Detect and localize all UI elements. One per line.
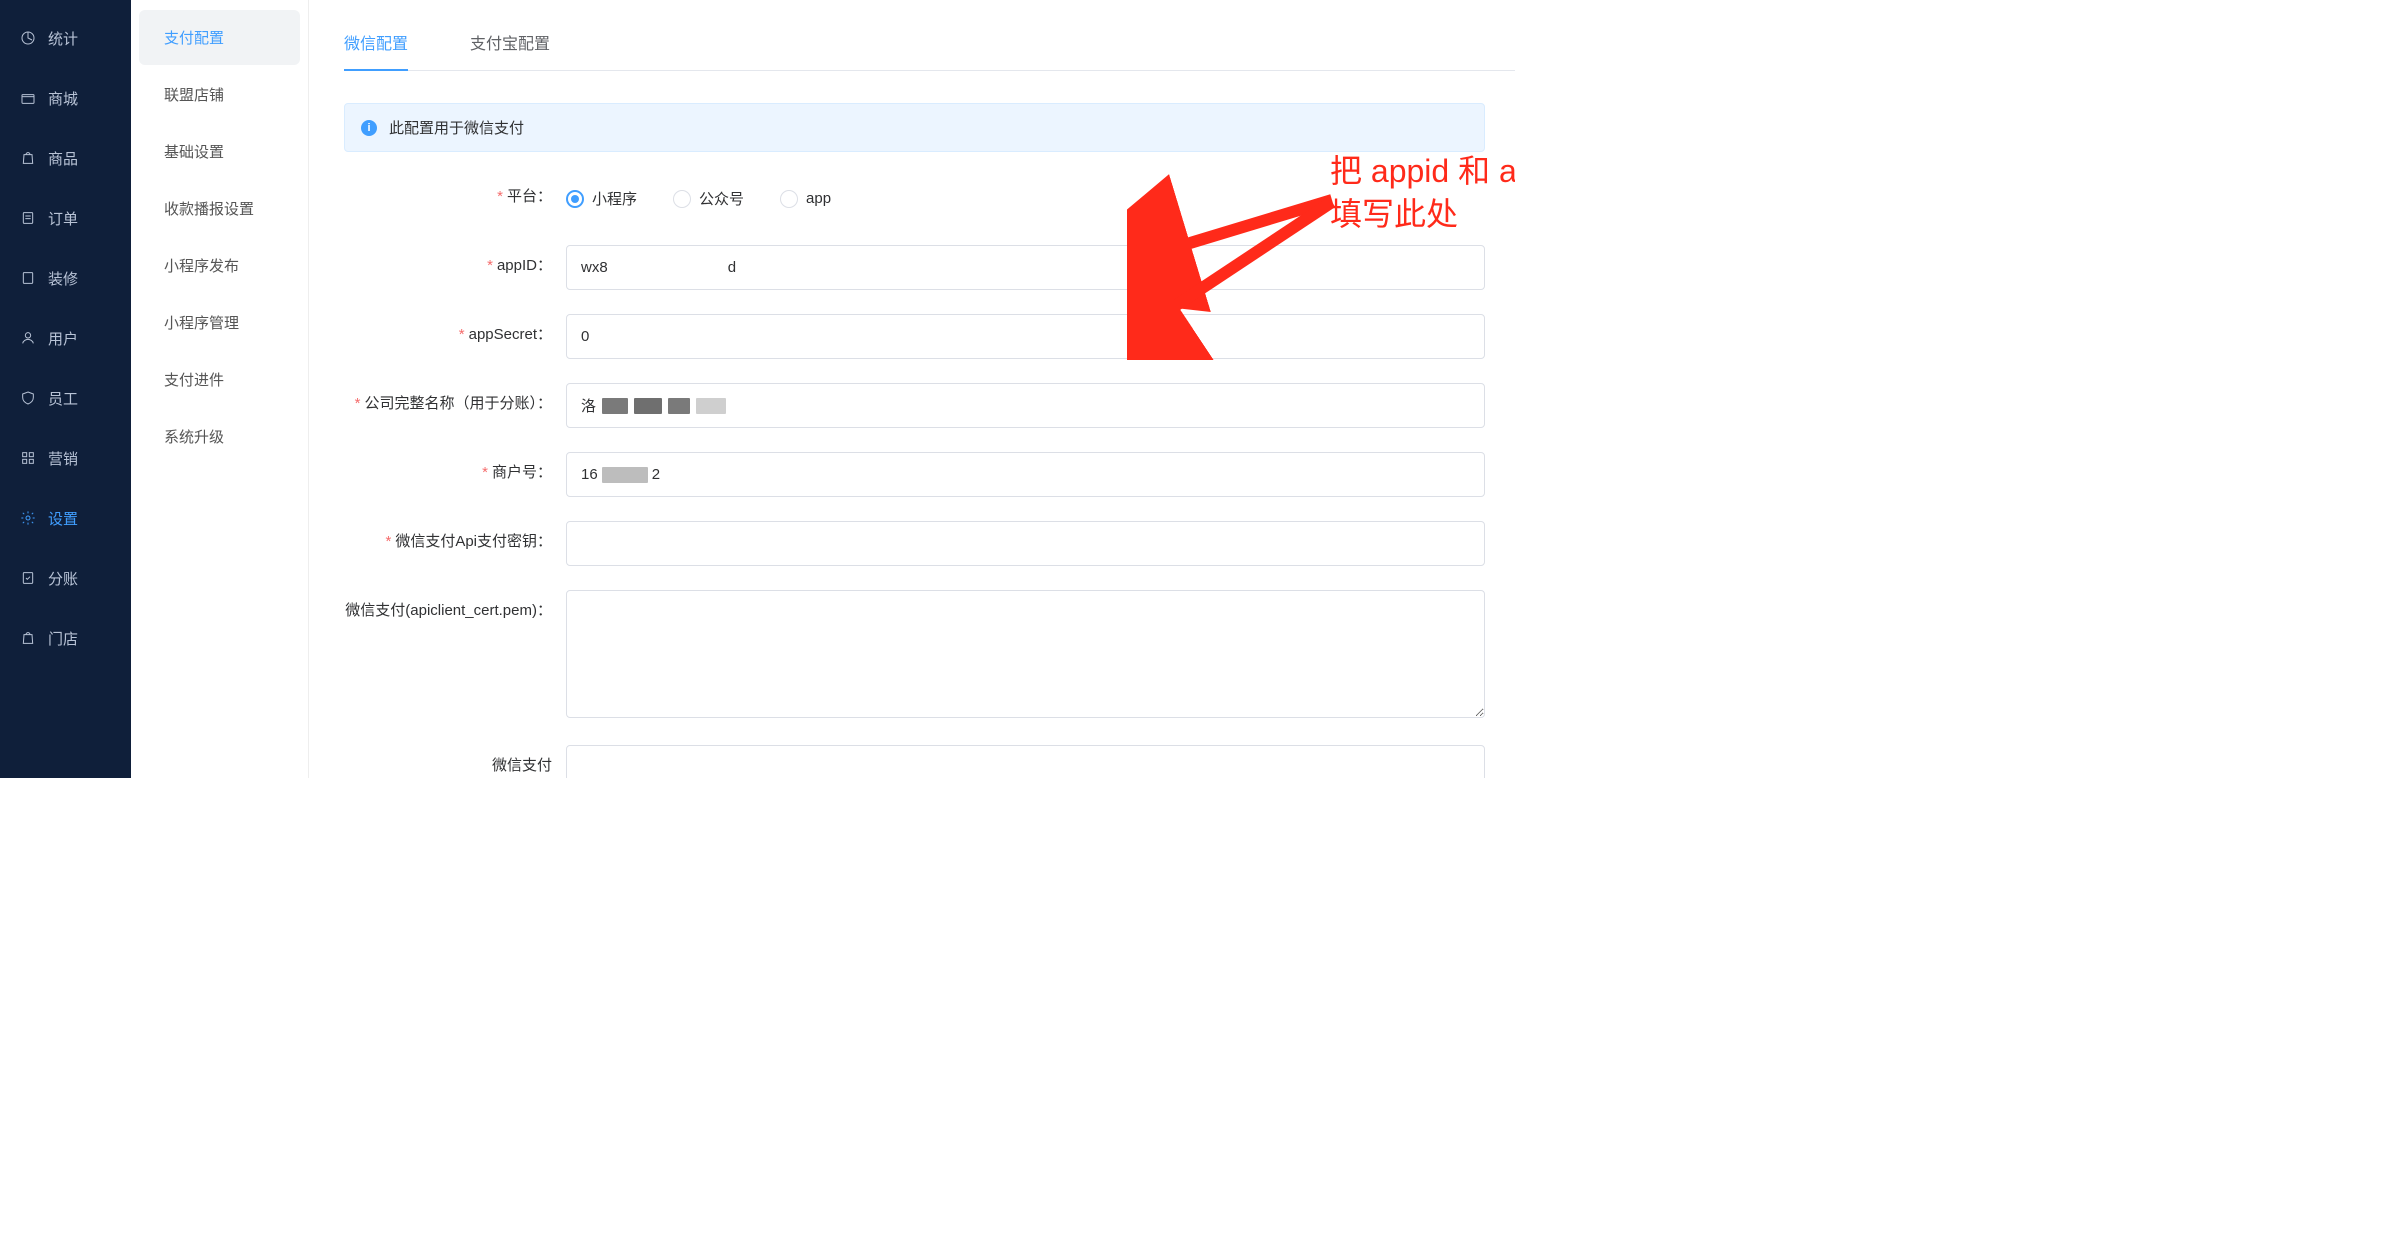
label-appsecret: appSecret： bbox=[344, 314, 566, 347]
textarea-cert2[interactable] bbox=[566, 745, 1485, 778]
shield-icon bbox=[20, 390, 36, 406]
subnav-alliance[interactable]: 联盟店铺 bbox=[139, 67, 300, 122]
radio-mp[interactable]: 公众号 bbox=[673, 188, 744, 209]
nav-product[interactable]: 商品 bbox=[0, 128, 131, 188]
bag-icon bbox=[20, 150, 36, 166]
nav-staff[interactable]: 员工 bbox=[0, 368, 131, 428]
nav-settings[interactable]: 设置 bbox=[0, 488, 131, 548]
input-appid[interactable]: wx8d bbox=[566, 245, 1485, 290]
label-appid: appID： bbox=[344, 245, 566, 278]
platform-radios: 小程序 公众号 app bbox=[566, 176, 1485, 221]
split-icon bbox=[20, 570, 36, 586]
nav-split[interactable]: 分账 bbox=[0, 548, 131, 608]
store-icon bbox=[20, 90, 36, 106]
subnav-mini-manage[interactable]: 小程序管理 bbox=[139, 295, 300, 350]
textarea-cert[interactable] bbox=[566, 590, 1485, 718]
label-cert2: 微信支付 bbox=[344, 745, 566, 778]
label-platform: 平台： bbox=[344, 176, 566, 209]
tab-wechat[interactable]: 微信配置 bbox=[344, 12, 408, 70]
primary-nav: 统计 商城 商品 订单 装修 用户 员工 营销 设置 分账 门店 bbox=[0, 0, 131, 778]
subnav-mini-publish[interactable]: 小程序发布 bbox=[139, 238, 300, 293]
order-icon bbox=[20, 210, 36, 226]
stats-icon bbox=[20, 30, 36, 46]
subnav-pay-apply[interactable]: 支付进件 bbox=[139, 352, 300, 407]
input-appsecret[interactable] bbox=[566, 314, 1485, 359]
grid-icon bbox=[20, 450, 36, 466]
layout-icon bbox=[20, 270, 36, 286]
user-icon bbox=[20, 330, 36, 346]
input-company[interactable]: 洛 bbox=[566, 383, 1485, 428]
nav-decor[interactable]: 装修 bbox=[0, 248, 131, 308]
nav-shop[interactable]: 门店 bbox=[0, 608, 131, 668]
subnav-broadcast[interactable]: 收款播报设置 bbox=[139, 181, 300, 236]
input-apikey[interactable] bbox=[566, 521, 1485, 566]
main-content: 微信配置 支付宝配置 i 此配置用于微信支付 平台： 小程序 公众号 app a… bbox=[309, 0, 1515, 778]
nav-order[interactable]: 订单 bbox=[0, 188, 131, 248]
label-mchid: 商户号： bbox=[344, 452, 566, 485]
subnav-basic[interactable]: 基础设置 bbox=[139, 124, 300, 179]
info-alert: i 此配置用于微信支付 bbox=[344, 103, 1485, 152]
label-apikey: 微信支付Api支付密钥： bbox=[344, 521, 566, 554]
wechat-pay-form: 平台： 小程序 公众号 app appID： wx8d appSecret： bbox=[344, 176, 1485, 778]
gear-icon bbox=[20, 510, 36, 526]
shop-icon bbox=[20, 630, 36, 646]
subnav-upgrade[interactable]: 系统升级 bbox=[139, 409, 300, 464]
nav-marketing[interactable]: 营销 bbox=[0, 428, 131, 488]
tab-alipay[interactable]: 支付宝配置 bbox=[470, 12, 550, 70]
input-mchid[interactable]: 162 bbox=[566, 452, 1485, 497]
subnav-pay-config[interactable]: 支付配置 bbox=[139, 10, 300, 65]
nav-user[interactable]: 用户 bbox=[0, 308, 131, 368]
nav-stats[interactable]: 统计 bbox=[0, 8, 131, 68]
nav-mall[interactable]: 商城 bbox=[0, 68, 131, 128]
radio-mini[interactable]: 小程序 bbox=[566, 188, 637, 209]
label-cert: 微信支付(apiclient_cert.pem)： bbox=[344, 590, 566, 623]
config-tabs: 微信配置 支付宝配置 bbox=[344, 12, 1515, 71]
label-company: 公司完整名称（用于分账）： bbox=[344, 383, 566, 416]
radio-app[interactable]: app bbox=[780, 190, 831, 208]
info-icon: i bbox=[361, 120, 377, 136]
alert-text: 此配置用于微信支付 bbox=[389, 117, 524, 138]
secondary-nav: 支付配置 联盟店铺 基础设置 收款播报设置 小程序发布 小程序管理 支付进件 系… bbox=[131, 0, 309, 778]
